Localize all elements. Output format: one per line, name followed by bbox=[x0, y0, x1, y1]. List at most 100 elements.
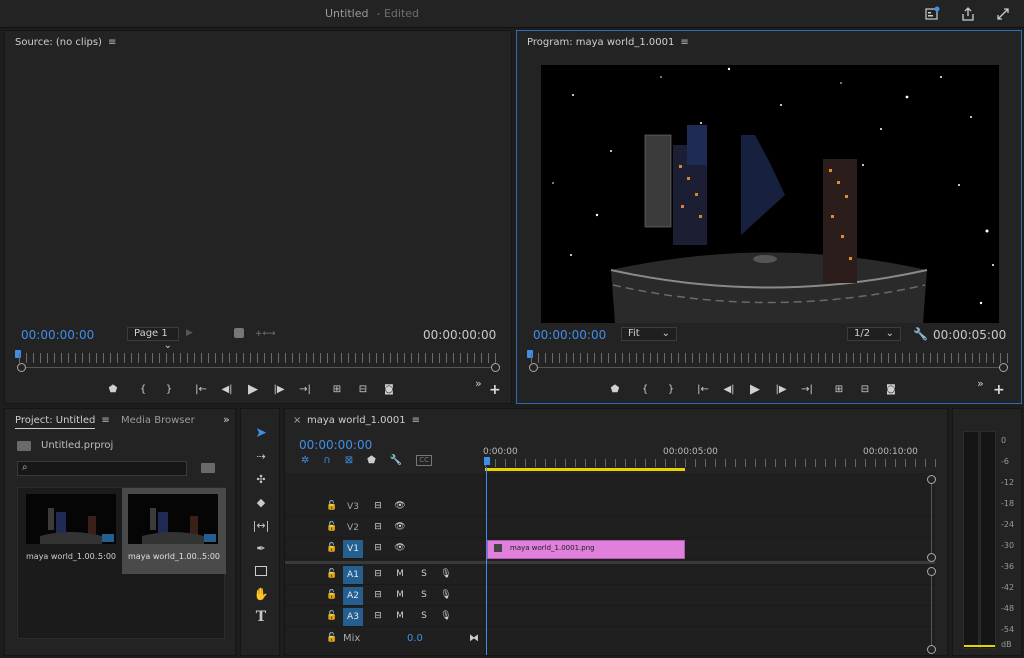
track-target-a2[interactable]: A2 bbox=[343, 587, 363, 605]
mark-out-icon[interactable]: } bbox=[661, 381, 681, 397]
video-scrollbar[interactable] bbox=[931, 479, 932, 559]
project-item[interactable]: maya world_1.00... 5:00 bbox=[22, 490, 120, 572]
add-marker-icon[interactable]: ⬟ bbox=[367, 455, 376, 466]
mute-button[interactable]: M bbox=[393, 588, 407, 602]
audio-scroll-handle-top[interactable] bbox=[927, 567, 936, 576]
lock-icon[interactable]: 🔓 bbox=[325, 631, 339, 645]
eye-icon[interactable]: 👁 bbox=[393, 520, 407, 534]
microphone-icon[interactable]: 🎙 bbox=[439, 588, 453, 602]
project-search-input[interactable]: ⌕ bbox=[17, 461, 187, 476]
sync-lock-icon[interactable]: ⊟ bbox=[371, 588, 385, 602]
track-target-a3[interactable]: A3 bbox=[343, 608, 363, 626]
mark-out-icon[interactable]: } bbox=[159, 381, 179, 397]
go-to-out-icon[interactable]: →| bbox=[797, 381, 817, 397]
sync-lock-icon[interactable]: ⊟ bbox=[371, 499, 385, 513]
microphone-icon[interactable]: 🎙 bbox=[439, 567, 453, 581]
fullscreen-icon[interactable] bbox=[995, 6, 1011, 22]
program-timecode-in[interactable]: 00:00:00:00 bbox=[533, 328, 606, 342]
sequence-tab[interactable]: maya world_1.0001 ≡ bbox=[307, 415, 420, 426]
mark-in-icon[interactable]: { bbox=[635, 381, 655, 397]
source-timecode-in[interactable]: 00:00:00:00 bbox=[21, 328, 94, 342]
solo-button[interactable]: S bbox=[417, 609, 431, 623]
mark-in-icon[interactable]: { bbox=[133, 381, 153, 397]
track-target-v3[interactable]: V3 bbox=[343, 498, 363, 516]
go-to-out-icon[interactable]: →| bbox=[295, 381, 315, 397]
more-controls-icon[interactable]: » bbox=[475, 377, 482, 390]
linked-selection-icon[interactable]: ⊠ bbox=[345, 455, 353, 466]
track-target-a1[interactable]: A1 bbox=[343, 566, 363, 584]
lock-icon[interactable]: 🔓 bbox=[325, 588, 339, 602]
mute-button[interactable]: M bbox=[393, 609, 407, 623]
work-area-bar[interactable] bbox=[485, 468, 685, 471]
new-bin-icon[interactable] bbox=[201, 463, 215, 473]
ripple-edit-tool-icon[interactable]: ✣ bbox=[249, 469, 273, 489]
nest-icon[interactable]: ✲ bbox=[301, 455, 309, 466]
share-icon[interactable] bbox=[960, 6, 976, 22]
insert-clip-icon[interactable]: ⊞ bbox=[327, 381, 347, 397]
wrench-icon[interactable]: 🔧 bbox=[913, 327, 928, 341]
program-zoom-handle-right[interactable] bbox=[999, 363, 1008, 372]
add-marker-icon[interactable]: ⬟ bbox=[605, 381, 625, 397]
playback-resolution-select[interactable]: 1/2 ⌄ bbox=[847, 327, 901, 341]
lock-icon[interactable]: 🔓 bbox=[325, 541, 339, 555]
video-scroll-handle-top[interactable] bbox=[927, 475, 936, 484]
source-zoom-handle-right[interactable] bbox=[491, 363, 500, 372]
video-clip[interactable]: maya world_1.0001.png bbox=[487, 540, 685, 559]
timeline-timecode[interactable]: 00:00:00:00 bbox=[299, 438, 372, 452]
sync-lock-icon[interactable]: ⊟ bbox=[371, 541, 385, 555]
lock-icon[interactable]: 🔓 bbox=[325, 567, 339, 581]
project-item-selected[interactable]: maya world_1.00... 5:00 bbox=[122, 488, 226, 574]
add-marker-icon[interactable]: ⬟ bbox=[103, 381, 123, 397]
program-time-ruler[interactable] bbox=[531, 353, 1009, 363]
wrench-icon[interactable]: 🔧 bbox=[390, 455, 402, 466]
close-tab-icon[interactable]: × bbox=[293, 415, 301, 426]
button-editor-icon[interactable]: + bbox=[993, 382, 1005, 398]
zoom-fit-select[interactable]: Fit ⌄ bbox=[621, 327, 677, 341]
snap-icon[interactable]: ∩ bbox=[323, 455, 330, 466]
track-select-tool-icon[interactable]: ⇢ bbox=[249, 446, 273, 466]
go-to-in-icon[interactable]: |← bbox=[191, 381, 211, 397]
sync-lock-icon[interactable]: ⊟ bbox=[371, 567, 385, 581]
source-page-select[interactable]: Page 1 ⌄ bbox=[127, 327, 179, 351]
project-menu-icon[interactable]: ≡ bbox=[101, 415, 109, 426]
insert-icon[interactable]: +⟷ bbox=[255, 329, 275, 339]
program-video-frame[interactable] bbox=[541, 65, 999, 323]
overwrite-clip-icon[interactable]: ⊟ bbox=[353, 381, 373, 397]
media-browser-tab[interactable]: Media Browser bbox=[121, 415, 195, 426]
track-target-v2[interactable]: V2 bbox=[343, 519, 363, 537]
track-target-v1[interactable]: V1 bbox=[343, 540, 363, 558]
export-frame-icon[interactable]: ◙ bbox=[881, 381, 901, 397]
pen-tool-icon[interactable]: ✒ bbox=[249, 538, 273, 558]
play-icon[interactable]: ▶ bbox=[745, 381, 765, 397]
mix-value[interactable]: 0.0 bbox=[407, 633, 423, 644]
program-zoom-bar[interactable] bbox=[535, 367, 1003, 368]
source-zoom-handle-left[interactable] bbox=[17, 363, 26, 372]
settings-icon[interactable] bbox=[234, 328, 244, 338]
button-editor-icon[interactable]: + bbox=[489, 382, 501, 398]
lift-icon[interactable]: ⊞ bbox=[829, 381, 849, 397]
source-zoom-bar[interactable] bbox=[23, 367, 495, 368]
mix-pan-icon[interactable]: ⧓ bbox=[469, 633, 479, 644]
selection-tool-icon[interactable]: ➤ bbox=[249, 423, 273, 443]
sequence-menu-icon[interactable]: ≡ bbox=[412, 415, 420, 426]
extract-icon[interactable]: ⊟ bbox=[855, 381, 875, 397]
step-back-icon[interactable]: ◀| bbox=[217, 381, 237, 397]
razor-tool-icon[interactable]: ◆ bbox=[249, 492, 273, 512]
rectangle-tool-icon[interactable] bbox=[249, 561, 273, 581]
audio-scroll-handle-bottom[interactable] bbox=[927, 645, 936, 654]
sync-lock-icon[interactable]: ⊟ bbox=[371, 520, 385, 534]
eye-icon[interactable]: 👁 bbox=[393, 541, 407, 555]
eye-icon[interactable]: 👁 bbox=[393, 499, 407, 513]
microphone-icon[interactable]: 🎙 bbox=[439, 609, 453, 623]
audio-scrollbar[interactable] bbox=[931, 571, 932, 649]
export-frame-icon[interactable]: ◙ bbox=[379, 381, 399, 397]
lock-icon[interactable]: 🔓 bbox=[325, 609, 339, 623]
captions-icon[interactable]: CC bbox=[416, 455, 433, 466]
hand-tool-icon[interactable]: ✋ bbox=[249, 584, 273, 604]
sync-lock-icon[interactable]: ⊟ bbox=[371, 609, 385, 623]
timeline-ruler[interactable] bbox=[485, 459, 941, 467]
source-menu-icon[interactable]: ≡ bbox=[108, 37, 116, 48]
step-forward-icon[interactable]: |▶ bbox=[771, 381, 791, 397]
video-audio-divider[interactable] bbox=[285, 561, 935, 564]
more-controls-icon[interactable]: » bbox=[977, 377, 984, 390]
